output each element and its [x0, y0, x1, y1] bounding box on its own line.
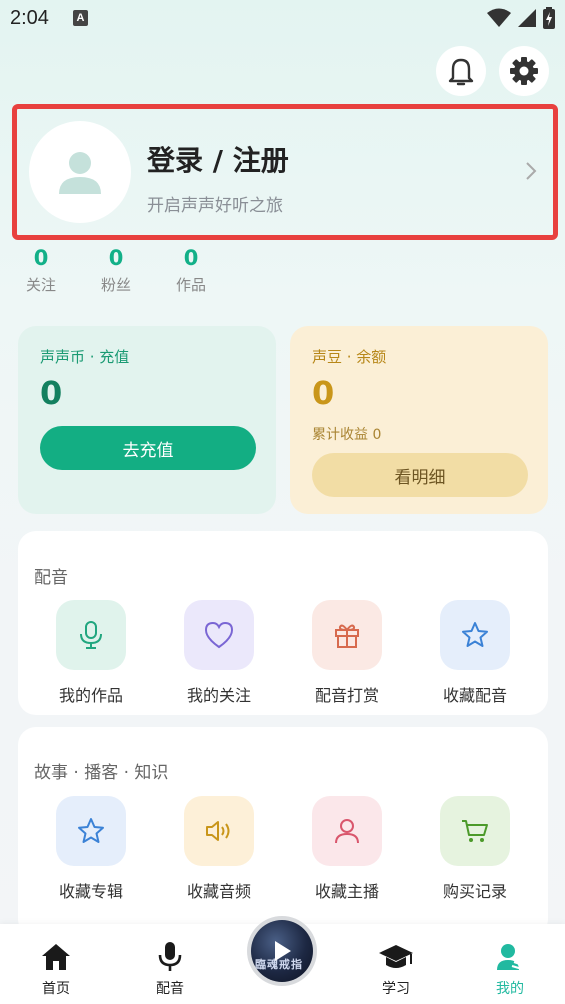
login-subtitle: 开启声声好听之旅 — [147, 196, 283, 216]
saved-hosts-label: 收藏主播 — [314, 882, 379, 901]
dubbing-tab-icon-box — [152, 940, 188, 974]
login-title: 登录 / 注册 — [147, 144, 289, 177]
beans-earnings: 累计收益 0 — [312, 427, 382, 443]
graduation-cap-icon — [379, 945, 413, 968]
saved-albums-item[interactable]: 收藏专辑 — [36, 796, 146, 902]
tab-dubbing-label: 配音 — [156, 981, 184, 997]
album-cover: 臨魂戒指 — [251, 920, 313, 982]
tab-home[interactable]: 首页 — [16, 924, 96, 1004]
my-following-label: 我的关注 — [186, 686, 251, 705]
stat-works[interactable]: 0 作品 — [161, 246, 221, 295]
tab-home-label: 首页 — [42, 981, 70, 997]
saved-audio-item[interactable]: 收藏音频 — [164, 796, 274, 902]
dubbing-section-title: 配音 — [34, 568, 68, 588]
profile-icon — [497, 944, 524, 970]
tab-profile-label: 我的 — [496, 981, 524, 997]
stat-followers-value: 0 — [108, 246, 124, 270]
saved-audio-label: 收藏音频 — [186, 882, 251, 901]
learning-tab-icon-box — [378, 940, 414, 974]
bell-icon — [448, 58, 474, 86]
recharge-button[interactable]: 去充值 — [40, 426, 256, 470]
login-card[interactable]: 登录 / 注册 开启声声好听之旅 — [12, 104, 558, 240]
stories-section: 故事 · 播客 · 知识 收藏专辑 收藏音频 收藏主播 购买记录 — [18, 727, 548, 937]
my-following-item[interactable]: 我的关注 — [164, 600, 274, 706]
stat-following-value: 0 — [33, 246, 49, 270]
person-icon — [335, 819, 359, 844]
stat-works-label: 作品 — [175, 276, 206, 294]
stat-following-label: 关注 — [25, 276, 56, 294]
purchase-history-label: 购买记录 — [442, 882, 507, 901]
beans-value: 0 — [312, 374, 335, 412]
profile-tab-icon-box — [492, 940, 528, 974]
speaker-icon — [206, 821, 230, 841]
my-works-item[interactable]: 我的作品 — [36, 600, 146, 706]
saved-hosts-item[interactable]: 收藏主播 — [292, 796, 402, 902]
star-icon — [78, 818, 104, 843]
saved-dubbing-item[interactable]: 收藏配音 — [420, 600, 530, 706]
my-following-icon-box — [184, 600, 254, 670]
coins-value: 0 — [40, 374, 63, 412]
notifications-button[interactable] — [436, 46, 486, 96]
stat-followers-label: 粉丝 — [100, 276, 131, 294]
my-works-icon-box — [56, 600, 126, 670]
gift-icon — [335, 624, 359, 648]
settings-button[interactable] — [499, 46, 549, 96]
stories-section-title: 故事 · 播客 · 知识 — [34, 763, 169, 783]
star-icon — [462, 622, 488, 647]
player-button[interactable]: 臨魂戒指 — [247, 916, 317, 986]
tab-learning-label: 学习 — [382, 981, 410, 997]
battery-icon — [543, 7, 555, 29]
status-icons — [487, 7, 555, 29]
tab-learning[interactable]: 学习 — [356, 924, 436, 1004]
chevron-right-icon — [526, 162, 537, 180]
gear-icon — [510, 57, 538, 85]
saved-hosts-icon-box — [312, 796, 382, 866]
home-icon — [42, 944, 70, 970]
status-bar: 2:04 A — [0, 0, 565, 38]
purchase-history-item[interactable]: 购买记录 — [420, 796, 530, 902]
tab-profile[interactable]: 我的 — [470, 924, 550, 1004]
avatar — [29, 121, 131, 223]
stat-following[interactable]: 0 关注 — [11, 246, 71, 295]
stat-works-value: 0 — [183, 246, 199, 270]
notification-indicator-icon: A — [73, 10, 88, 26]
saved-dubbing-label: 收藏配音 — [442, 686, 507, 705]
status-time: 2:04 — [10, 7, 49, 29]
home-icon-box — [38, 940, 74, 974]
microphone-icon — [80, 621, 102, 649]
beans-card: 声豆 · 余额 0 累计收益 0 看明细 — [290, 326, 548, 514]
heart-icon — [204, 621, 234, 649]
default-avatar-icon — [59, 152, 101, 194]
cart-icon — [462, 820, 488, 842]
purchase-history-icon-box — [440, 796, 510, 866]
wifi-icon — [487, 8, 511, 27]
my-works-label: 我的作品 — [58, 686, 123, 705]
view-details-button[interactable]: 看明细 — [312, 453, 528, 497]
beans-title: 声豆 · 余额 — [312, 348, 387, 366]
saved-albums-label: 收藏专辑 — [58, 882, 123, 901]
play-icon — [275, 941, 291, 961]
dubbing-tips-item[interactable]: 配音打赏 — [292, 600, 402, 706]
saved-albums-icon-box — [56, 796, 126, 866]
microphone-icon — [158, 942, 182, 971]
coins-title: 声声币 · 充值 — [40, 348, 130, 366]
signal-icon — [518, 9, 536, 27]
saved-dubbing-icon-box — [440, 600, 510, 670]
tab-dubbing[interactable]: 配音 — [130, 924, 210, 1004]
coins-card: 声声币 · 充值 0 去充值 — [18, 326, 276, 514]
stat-followers[interactable]: 0 粉丝 — [86, 246, 146, 295]
saved-audio-icon-box — [184, 796, 254, 866]
dubbing-section: 配音 我的作品 我的关注 配音打赏 收藏配音 — [18, 531, 548, 715]
dubbing-tips-icon-box — [312, 600, 382, 670]
dubbing-tips-label: 配音打赏 — [314, 686, 379, 705]
